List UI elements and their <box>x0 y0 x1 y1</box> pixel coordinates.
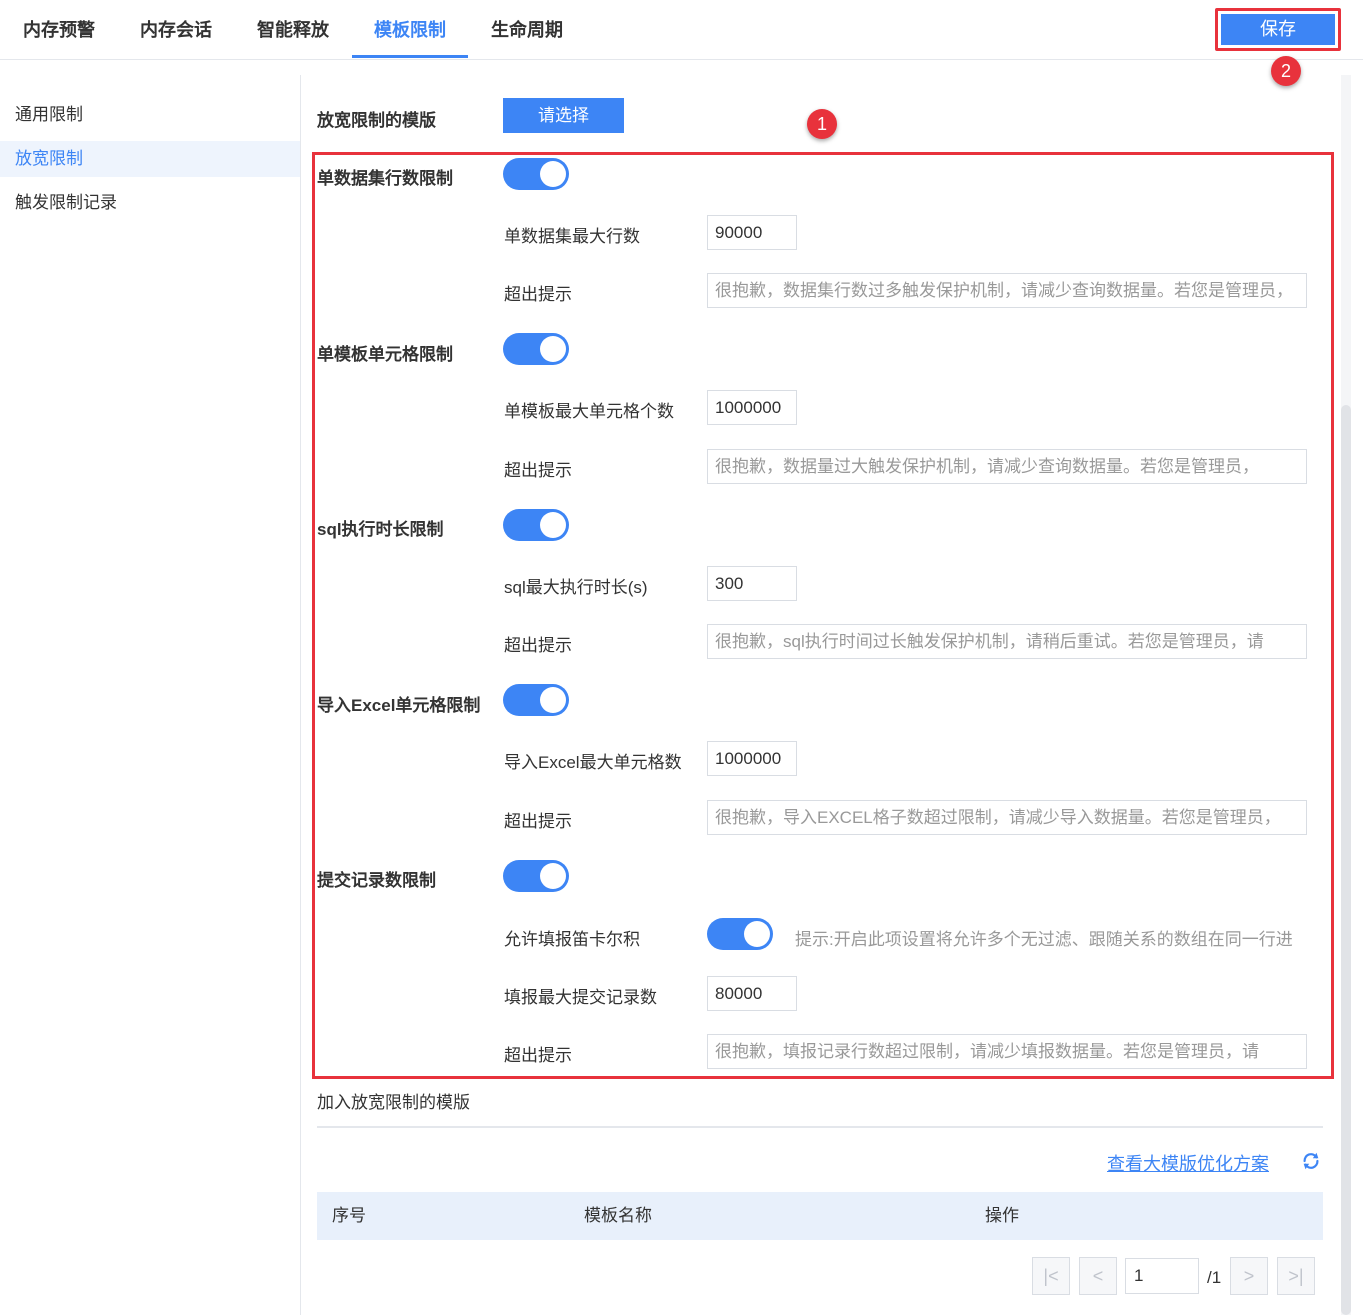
sidebar-item-relaxed-limit[interactable]: 放宽限制 <box>0 141 300 177</box>
refresh-icon[interactable] <box>1300 1150 1322 1172</box>
last-page-button[interactable]: >| <box>1277 1257 1315 1295</box>
relaxed-templates-label: 放宽限制的模版 <box>317 111 436 130</box>
toggle-knob <box>540 512 566 538</box>
cartesian-toggle[interactable] <box>707 918 773 950</box>
submit-max-records-label: 填报最大提交记录数 <box>504 988 657 1007</box>
scrollbar[interactable] <box>1341 75 1351 1315</box>
excel-max-cells-input[interactable]: 1000000 <box>707 741 797 776</box>
cells-max-label: 单模板最大单元格个数 <box>504 402 674 421</box>
page-number-input[interactable]: 1 <box>1125 1258 1199 1294</box>
dataset-tip-input[interactable]: 很抱歉，数据集行数过多触发保护机制，请减少查询数据量。若您是管理员， <box>707 273 1307 308</box>
toggle-knob <box>540 687 566 713</box>
sql-tip-label: 超出提示 <box>504 636 572 655</box>
column-template-name: 模板名称 <box>584 1206 652 1225</box>
sql-max-duration-label: sql最大执行时长(s) <box>504 578 648 597</box>
dataset-max-rows-input[interactable]: 90000 <box>707 215 797 250</box>
column-index: 序号 <box>332 1206 366 1225</box>
tab-template-limit-label: 模板限制 <box>374 20 446 40</box>
sql-tip-input[interactable]: 很抱歉，sql执行时间过长触发保护机制，请稍后重试。若您是管理员，请 <box>707 624 1307 659</box>
sidebar-item-trigger-records[interactable]: 触发限制记录 <box>0 185 300 221</box>
sidebar: 通用限制 放宽限制 触发限制记录 <box>0 75 301 1315</box>
cells-tip-label: 超出提示 <box>504 461 572 480</box>
submit-tip-label: 超出提示 <box>504 1046 572 1065</box>
submit-max-records-input[interactable]: 80000 <box>707 976 797 1011</box>
cartesian-hint: 提示:开启此项设置将允许多个无过滤、跟随关系的数组在同一行进 <box>795 930 1293 949</box>
excel-limit-title: 导入Excel单元格限制 <box>317 696 481 715</box>
sidebar-item-general-limit[interactable]: 通用限制 <box>0 97 300 133</box>
sql-limit-title: sql执行时长限制 <box>317 520 444 539</box>
active-tab-underline <box>352 55 468 58</box>
section-divider <box>317 1126 1323 1128</box>
choose-template-button[interactable]: 请选择 <box>503 98 624 133</box>
toggle-knob <box>540 161 566 187</box>
main-panel: 放宽限制的模版 请选择 1 单数据集行数限制 单数据集最大行数 90000 超出… <box>302 75 1342 1315</box>
page-total: /1 <box>1207 1268 1222 1287</box>
cells-limit-title: 单模板单元格限制 <box>317 345 453 364</box>
dataset-limit-toggle[interactable] <box>503 158 569 190</box>
tab-memory-warning[interactable]: 内存预警 <box>14 0 104 60</box>
excel-limit-toggle[interactable] <box>503 684 569 716</box>
dataset-tip-label: 超出提示 <box>504 285 572 304</box>
toggle-knob <box>540 336 566 362</box>
first-page-button[interactable]: |< <box>1032 1257 1070 1295</box>
cells-limit-toggle[interactable] <box>503 333 569 365</box>
added-templates-label: 加入放宽限制的模版 <box>317 1093 470 1112</box>
toggle-knob <box>744 921 770 947</box>
tab-template-limit[interactable]: 模板限制 <box>352 0 468 60</box>
excel-tip-input[interactable]: 很抱歉，导入EXCEL格子数超过限制，请减少导入数据量。若您是管理员， <box>707 800 1307 835</box>
sql-limit-toggle[interactable] <box>503 509 569 541</box>
next-page-button[interactable]: > <box>1230 1257 1268 1295</box>
dataset-max-rows-label: 单数据集最大行数 <box>504 227 640 246</box>
table-header: 序号 模板名称 操作 <box>317 1192 1323 1240</box>
tab-lifecycle[interactable]: 生命周期 <box>482 0 572 60</box>
tab-memory-session[interactable]: 内存会话 <box>131 0 221 60</box>
cartesian-label: 允许填报笛卡尔积 <box>504 930 640 949</box>
column-actions: 操作 <box>985 1206 1019 1225</box>
scrollbar-thumb[interactable] <box>1341 405 1351 1315</box>
submit-limit-title: 提交记录数限制 <box>317 871 436 890</box>
save-button-highlight: 保存 <box>1215 8 1341 51</box>
submit-tip-input[interactable]: 很抱歉，填报记录行数超过限制，请减少填报数据量。若您是管理员，请 <box>707 1034 1307 1069</box>
toggle-knob <box>540 863 566 889</box>
annotation-badge-1: 1 <box>807 109 837 139</box>
dataset-limit-title: 单数据集行数限制 <box>317 169 453 188</box>
save-button[interactable]: 保存 <box>1221 14 1335 45</box>
cells-tip-input[interactable]: 很抱歉，数据量过大触发保护机制，请减少查询数据量。若您是管理员， <box>707 449 1307 484</box>
top-tab-bar: 内存预警 内存会话 智能释放 模板限制 生命周期 保存 <box>0 0 1363 60</box>
prev-page-button[interactable]: < <box>1079 1257 1117 1295</box>
optimization-plan-link[interactable]: 查看大模版优化方案 <box>1107 1150 1269 1176</box>
submit-limit-toggle[interactable] <box>503 860 569 892</box>
tab-smart-release[interactable]: 智能释放 <box>248 0 338 60</box>
sql-max-duration-input[interactable]: 300 <box>707 566 797 601</box>
cells-max-input[interactable]: 1000000 <box>707 390 797 425</box>
excel-tip-label: 超出提示 <box>504 812 572 831</box>
excel-max-cells-label: 导入Excel最大单元格数 <box>504 753 682 772</box>
